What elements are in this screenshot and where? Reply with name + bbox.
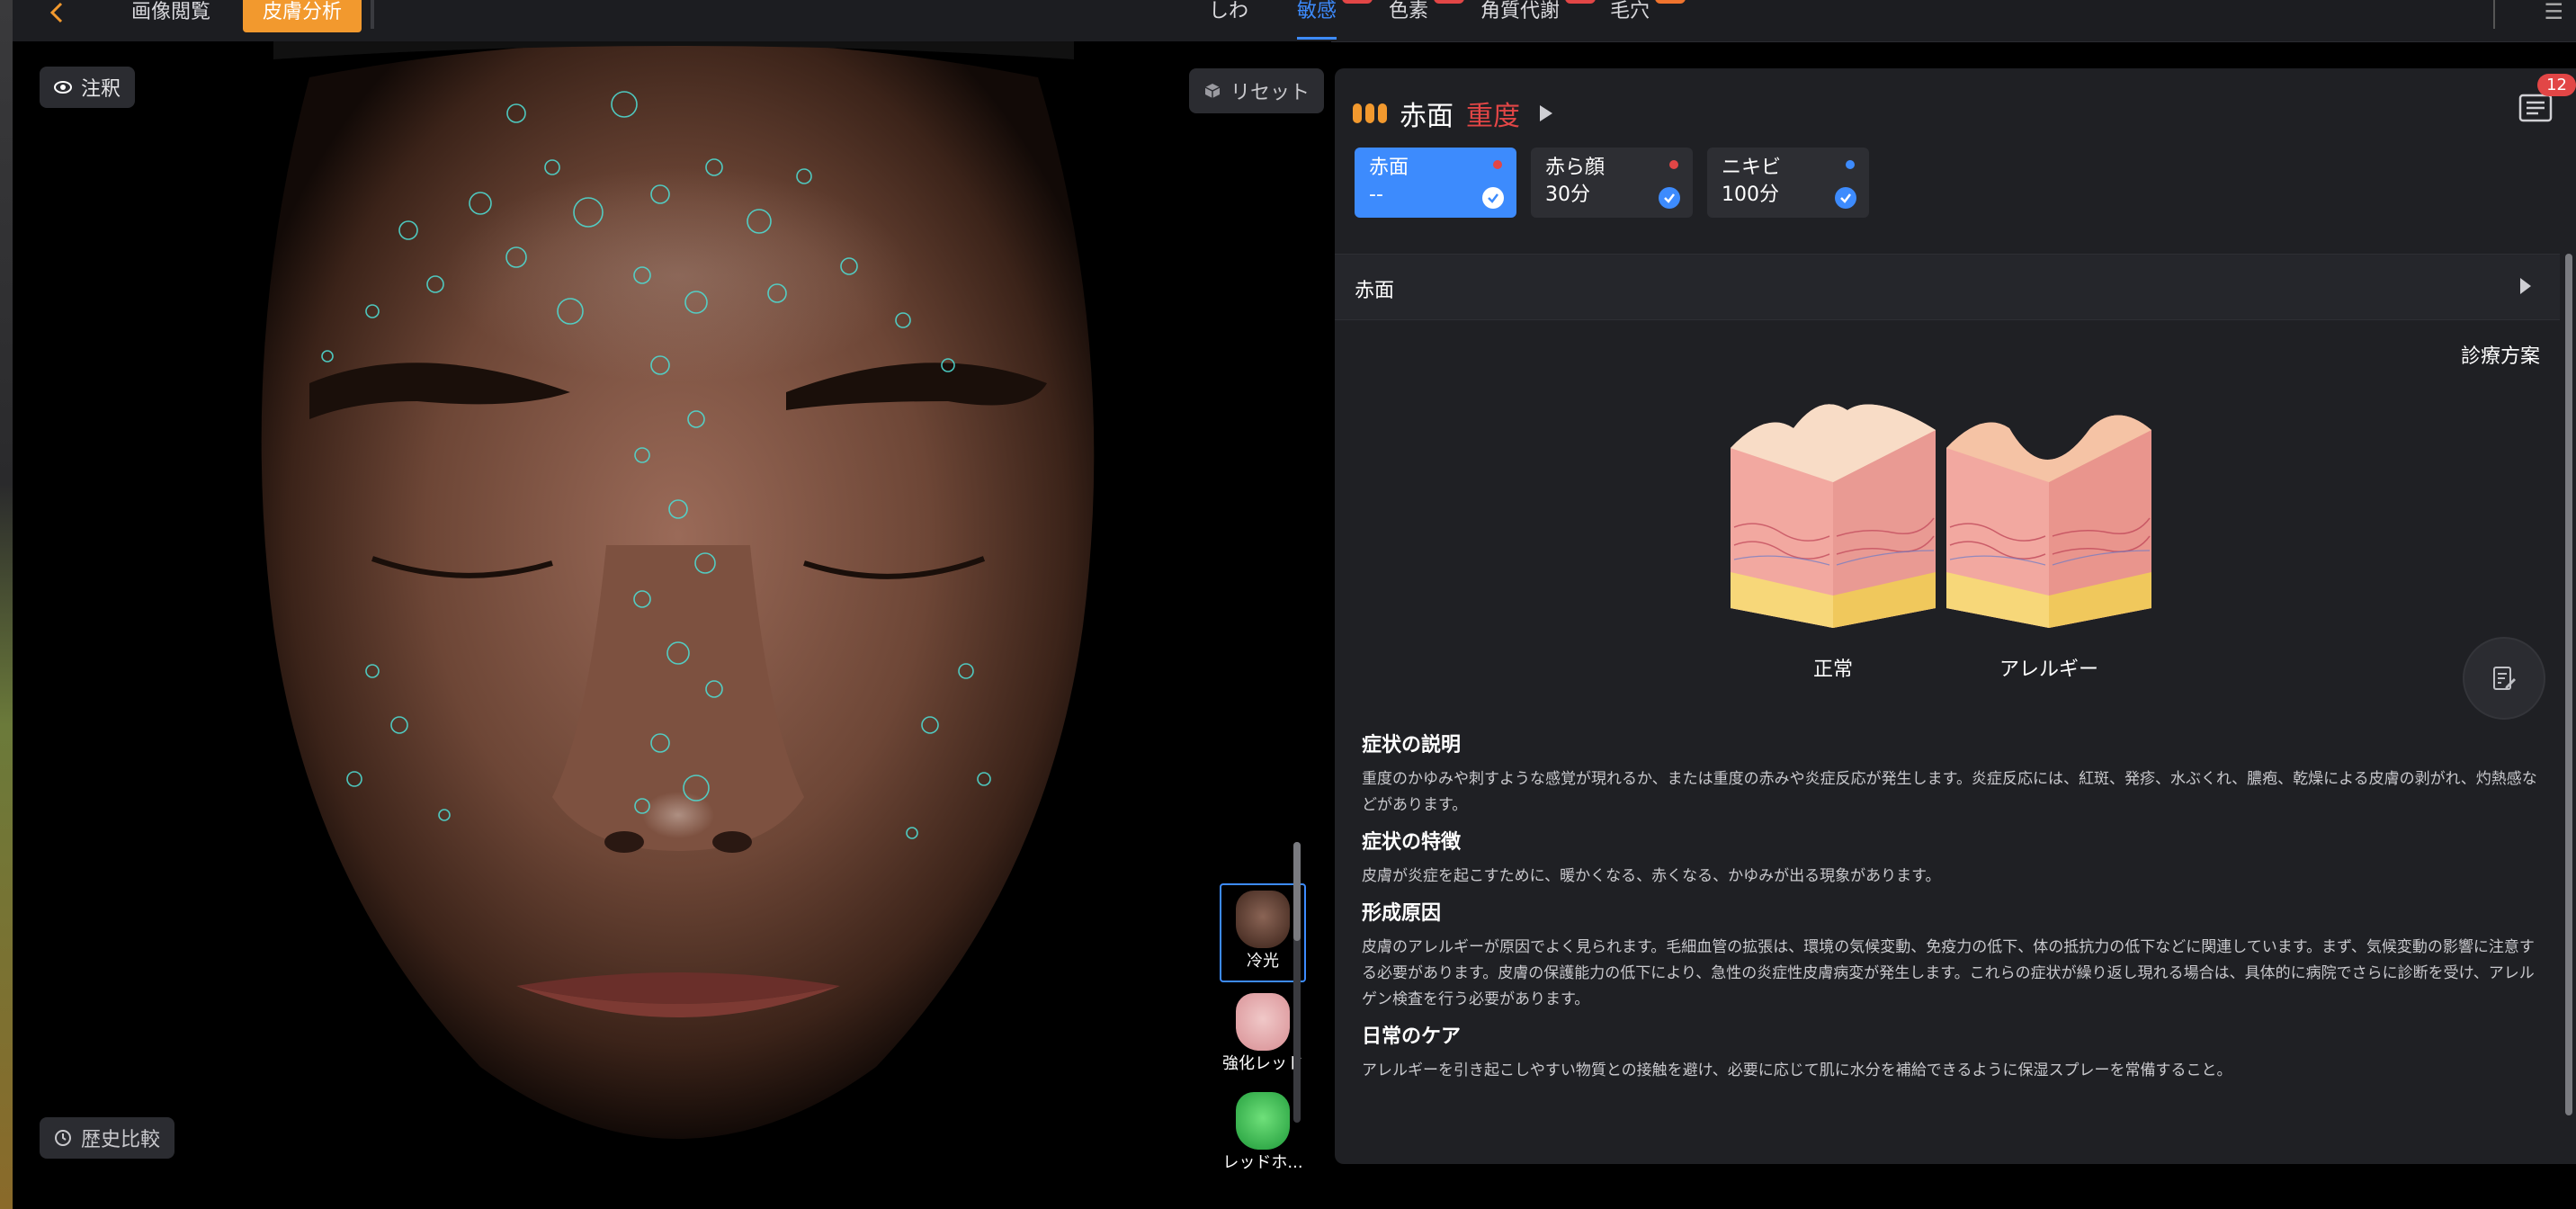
edit-note-button[interactable]: [2463, 637, 2545, 720]
text-daily-care: アレルギーを引き起こしやすい物質との接触を避け、必要に応じて肌に水分を補給できる…: [1362, 1061, 2232, 1079]
annotation-button[interactable]: 注釈: [40, 67, 136, 108]
category-badge: [1655, 0, 1686, 4]
category-badge: [1342, 0, 1373, 4]
severity-dots-icon: [1353, 103, 1387, 123]
thumbnail-image: [1236, 891, 1290, 948]
checkmark-icon[interactable]: [1659, 187, 1680, 209]
heading-symptom-description: 症状の説明: [1362, 734, 1462, 757]
section-title: 赤面: [1355, 280, 1395, 302]
status-dot: [1846, 160, 1855, 169]
cube-icon: [1204, 84, 1221, 98]
panel-header: 赤面 重度: [1353, 94, 1552, 133]
heading-cause: 形成原因: [1362, 902, 1442, 925]
category-badge: [1565, 0, 1597, 4]
category-label: 色素: [1389, 0, 1429, 22]
history-compare-button[interactable]: 歴史比較: [40, 1117, 175, 1159]
heading-daily-care: 日常のケア: [1362, 1025, 1462, 1048]
illustration-label-normal: 正常: [1812, 658, 1853, 681]
top-bar: 画像閲覧 皮膚分析 しわ 敏感 色素 角質代謝 毛穴 ☰: [13, 0, 2576, 42]
reset-button[interactable]: リセット: [1189, 68, 1325, 113]
divider: [2493, 0, 2495, 29]
clock-icon: [55, 1130, 71, 1146]
description-content: 症状の説明 重度のかゆみや刺すような感覚が現れるか、または重度の赤みや炎症反応が…: [1362, 730, 2549, 1093]
desktop-edge: [0, 0, 13, 1209]
divider: [371, 0, 374, 29]
annotation-label: 注釈: [81, 78, 121, 101]
reset-label: リセット: [1230, 82, 1310, 104]
panel-title: 赤面: [1400, 101, 1453, 132]
category-label: 角質代謝: [1480, 0, 1561, 22]
illustration-label-allergy: アレルギー: [1999, 658, 2098, 681]
section-header[interactable]: 赤面: [1335, 254, 2560, 320]
treatment-plan-link[interactable]: 診療方案: [2461, 340, 2540, 369]
tab-image-view[interactable]: 画像閲覧: [131, 0, 210, 32]
thumbnail-scrollbar-thumb[interactable]: [1293, 842, 1301, 941]
category-pigment[interactable]: 色素: [1389, 0, 1465, 40]
status-dot: [1493, 160, 1502, 169]
category-label: しわ: [1209, 0, 1249, 22]
eye-icon: [54, 81, 72, 94]
indicator-chip-acne[interactable]: ニキビ 100分: [1707, 148, 1869, 218]
category-badge: [1434, 0, 1465, 4]
category-sensitive[interactable]: 敏感: [1297, 0, 1373, 40]
status-dot: [1669, 160, 1678, 169]
edit-note-icon: [2493, 667, 2516, 690]
panel-scrollbar[interactable]: [2565, 254, 2572, 1115]
text-symptom-description: 重度のかゆみや刺すような感覚が現れるか、または重度の赤みや炎症反応が発生します。…: [1362, 770, 2537, 814]
indicator-chip-redness[interactable]: 赤面 --: [1355, 148, 1516, 218]
thumbnail-label: 冷光: [1247, 952, 1279, 971]
category-keratin[interactable]: 角質代謝: [1480, 0, 1597, 40]
category-wrinkles[interactable]: しわ: [1209, 0, 1248, 40]
text-cause: 皮膚のアレルギーが原因でよく見られます。毛細血管の拡張は、環境の気候変動、免疫力…: [1362, 938, 2535, 1008]
report-count-badge: 12: [2537, 74, 2576, 96]
tab-skin-analysis[interactable]: 皮膚分析: [243, 0, 362, 32]
checkmark-icon[interactable]: [1835, 187, 1856, 209]
skin-cube-allergy-illustration: [1946, 415, 2151, 628]
thumbnail-image: [1236, 1092, 1290, 1150]
chip-name: 赤ら顔: [1545, 157, 1606, 179]
indicator-chip-rosacea[interactable]: 赤ら顔 30分: [1531, 148, 1693, 218]
category-label: 毛穴: [1610, 0, 1650, 22]
severity-label: 重度: [1466, 101, 1520, 132]
play-arrow-icon[interactable]: [1540, 105, 1552, 121]
thumbnail-label: 強化レッド: [1222, 1054, 1303, 1073]
skin-cube-normal-illustration: [1731, 404, 1936, 628]
menu-icon[interactable]: ☰: [2544, 0, 2563, 23]
text-symptom-features: 皮膚が炎症を起こすために、暖かくなる、赤くなる、かゆみが出る現象があります。: [1362, 867, 1941, 885]
face-photo-area: 注釈 リセット 歴史比較: [13, 41, 1331, 1209]
checkmark-icon[interactable]: [1482, 187, 1504, 209]
chip-name: 赤面: [1369, 157, 1409, 179]
history-compare-label: 歴史比較: [81, 1129, 161, 1151]
chip-name: ニキビ: [1722, 157, 1782, 179]
heading-symptom-features: 症状の特徴: [1362, 831, 1462, 854]
thumbnail-enhanced-red[interactable]: 強化レッド: [1221, 993, 1304, 1074]
face-photo: [13, 41, 1331, 1209]
thumbnail-red-zone[interactable]: レッドホ...: [1221, 1092, 1304, 1173]
thumbnail-image: [1236, 993, 1290, 1051]
back-button[interactable]: [45, 0, 85, 27]
chevron-left-icon: [49, 2, 63, 23]
play-arrow-icon: [2520, 278, 2531, 294]
category-pores[interactable]: 毛穴: [1610, 0, 1686, 40]
category-label: 敏感: [1297, 0, 1337, 22]
analysis-panel: 赤面 重度 12 赤面 -- 赤ら顔 30分 ニキビ 100分 赤面 診療方案: [1335, 68, 2576, 1164]
thumbnail-label: レッドホ...: [1222, 1153, 1303, 1172]
